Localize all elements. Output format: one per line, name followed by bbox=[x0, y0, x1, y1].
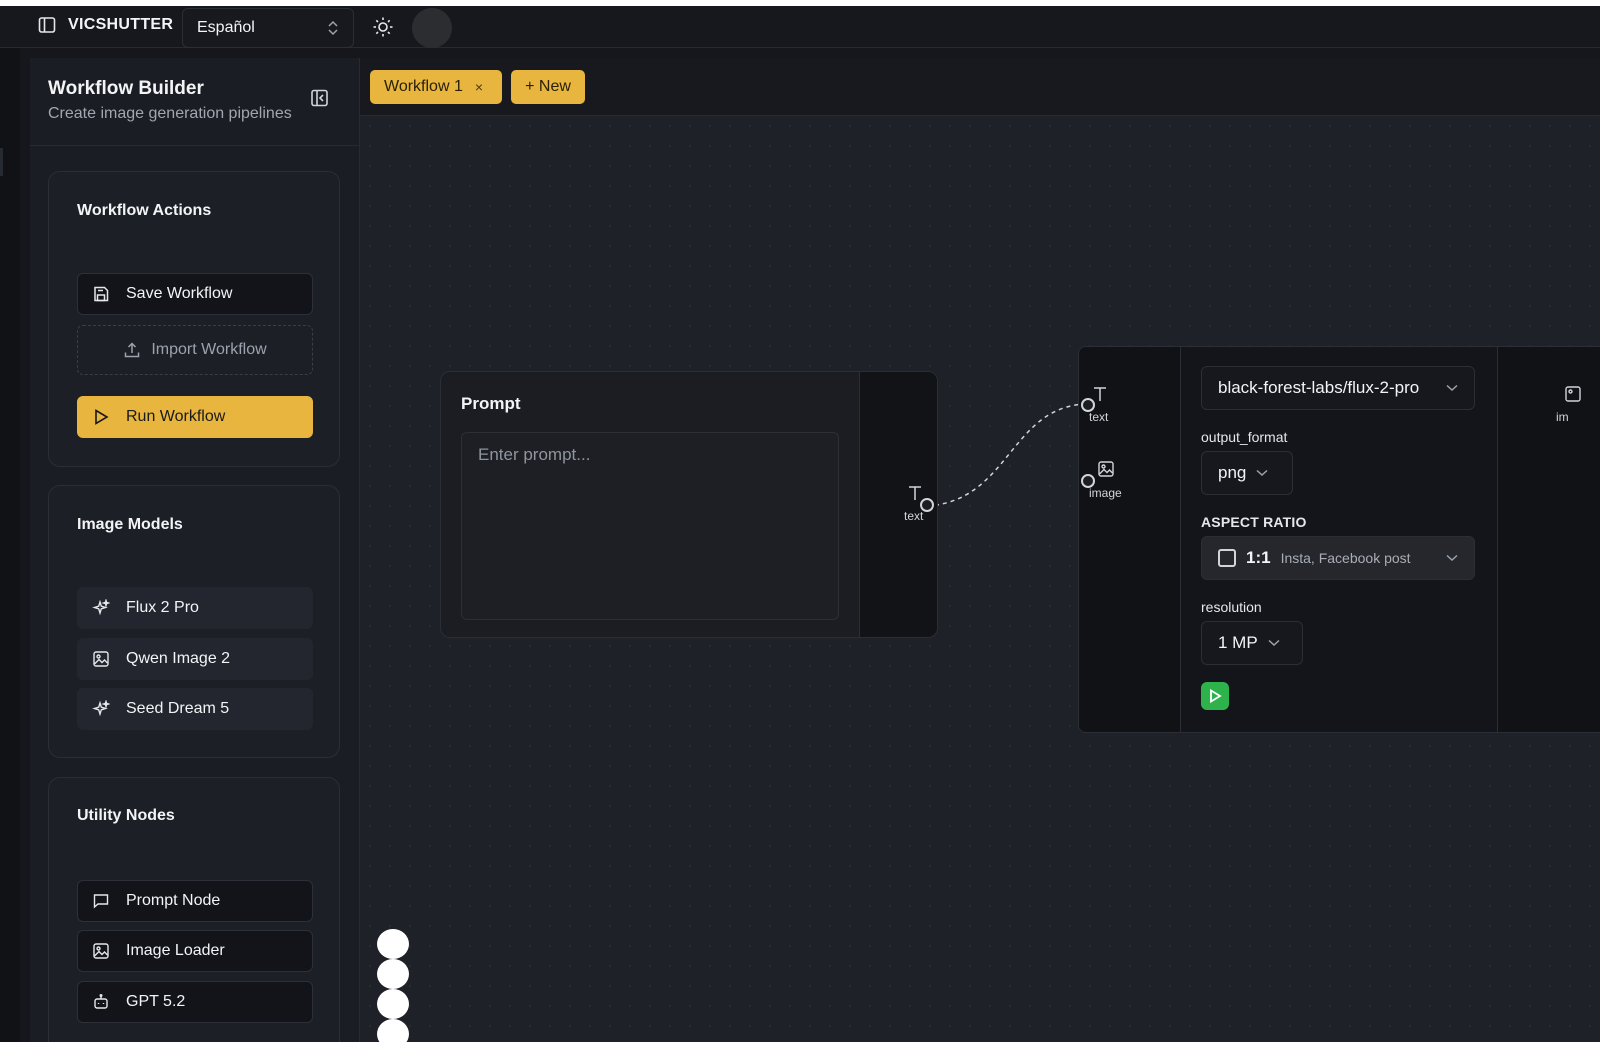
utility-nodes-panel: Utility Nodes Prompt Node Image Loader G… bbox=[48, 777, 340, 1042]
chevron-down-icon bbox=[1446, 554, 1458, 562]
workflow-tab-bar: Workflow 1 × + New bbox=[360, 58, 1600, 116]
utility-label: Prompt Node bbox=[126, 892, 221, 909]
edge-notch bbox=[0, 148, 3, 176]
image-icon bbox=[1098, 461, 1114, 477]
model-item-flux-2-pro[interactable]: Flux 2 Pro bbox=[77, 587, 313, 629]
left-edge-strip bbox=[0, 48, 20, 1042]
zoom-out-button[interactable] bbox=[377, 959, 409, 989]
model-label: Seed Dream 5 bbox=[126, 700, 230, 717]
model-item-qwen-image-2[interactable]: Qwen Image 2 bbox=[77, 638, 313, 680]
utility-label: Image Loader bbox=[126, 942, 225, 959]
resolution-value: 1 MP bbox=[1218, 633, 1258, 652]
run-workflow-label: Run Workflow bbox=[126, 408, 226, 425]
fit-view-button[interactable] bbox=[377, 989, 409, 1019]
model-label: Flux 2 Pro bbox=[126, 599, 199, 616]
zoom-in-button[interactable] bbox=[377, 929, 409, 959]
chevron-up-down-icon bbox=[328, 20, 338, 36]
aspect-ratio-description: Insta, Facebook post bbox=[1280, 550, 1411, 566]
chevron-down-icon bbox=[1446, 384, 1458, 392]
utility-item-prompt-node[interactable]: Prompt Node bbox=[77, 880, 313, 922]
brand: VICSHUTTER bbox=[38, 16, 173, 34]
output-port-label: text bbox=[904, 509, 924, 523]
workflow-actions-title: Workflow Actions bbox=[77, 202, 212, 219]
utility-item-gpt-5-2[interactable]: GPT 5.2 bbox=[77, 981, 313, 1023]
output-port-text[interactable] bbox=[920, 498, 934, 512]
output-format-label: output_format bbox=[1201, 429, 1288, 445]
sparkles-icon bbox=[92, 700, 110, 717]
model-select[interactable]: black-forest-labs/flux-2-pro bbox=[1201, 366, 1475, 410]
close-icon[interactable]: × bbox=[475, 79, 483, 95]
model-node-body: black-forest-labs/flux-2-pro output_form… bbox=[1181, 347, 1497, 732]
sidebar-subtitle: Create image generation pipelines bbox=[48, 105, 292, 122]
sidebar-header: Workflow Builder Create image generation… bbox=[30, 58, 360, 146]
workflow-actions-panel: Workflow Actions Save Workflow Import Wo… bbox=[48, 171, 340, 467]
model-node-inputs: text image bbox=[1079, 347, 1181, 732]
aspect-ratio-value: 1:1 bbox=[1246, 548, 1271, 567]
import-workflow-label: Import Workflow bbox=[151, 341, 267, 358]
tab-workflow-1[interactable]: Workflow 1 × bbox=[370, 70, 502, 104]
image-icon bbox=[1565, 386, 1581, 402]
input-port-label: image bbox=[1089, 486, 1122, 500]
upload-icon bbox=[125, 342, 140, 358]
import-workflow-button[interactable]: Import Workflow bbox=[77, 325, 313, 375]
canvas-controls bbox=[377, 929, 409, 1042]
output-format-select[interactable]: png bbox=[1201, 451, 1293, 495]
image-icon bbox=[93, 943, 109, 959]
utility-label: GPT 5.2 bbox=[126, 993, 186, 1010]
prompt-node-title: Prompt bbox=[461, 394, 521, 413]
aspect-ratio-select[interactable]: 1:1 Insta, Facebook post bbox=[1201, 536, 1475, 580]
save-workflow-label: Save Workflow bbox=[126, 285, 233, 302]
language-value: Español bbox=[197, 19, 255, 36]
sun-icon bbox=[373, 17, 393, 37]
play-icon bbox=[95, 409, 109, 425]
app-window: VICSHUTTER Español Workflow Builder Crea… bbox=[0, 6, 1600, 1042]
sidebar: Workflow Builder Create image generation… bbox=[30, 58, 360, 1042]
sidebar-title: Workflow Builder bbox=[48, 78, 204, 99]
save-workflow-button[interactable]: Save Workflow bbox=[77, 273, 313, 315]
image-icon bbox=[93, 651, 109, 667]
model-node-outputs: im bbox=[1497, 347, 1600, 732]
aspect-ratio-label: ASPECT RATIO bbox=[1201, 514, 1307, 530]
resolution-select[interactable]: 1 MP bbox=[1201, 621, 1303, 665]
input-port-label: text bbox=[1089, 410, 1109, 424]
app-name: VICSHUTTER bbox=[68, 16, 174, 33]
prompt-input[interactable] bbox=[461, 432, 839, 620]
model-select-value: black-forest-labs/flux-2-pro bbox=[1218, 378, 1420, 397]
top-bar: VICSHUTTER Español bbox=[0, 6, 1600, 48]
bot-icon bbox=[94, 994, 108, 1009]
workflow-canvas[interactable]: Prompt text text bbox=[360, 116, 1600, 1042]
language-select[interactable]: Español bbox=[182, 8, 354, 48]
play-icon bbox=[1210, 688, 1222, 704]
output-format-value: png bbox=[1218, 463, 1247, 482]
new-workflow-button[interactable]: + New bbox=[511, 70, 585, 104]
save-icon bbox=[94, 286, 109, 302]
sidebar-toggle-icon[interactable] bbox=[38, 16, 56, 34]
chevron-down-icon bbox=[1256, 469, 1268, 477]
tab-label: Workflow 1 bbox=[384, 78, 463, 95]
run-node-button[interactable] bbox=[1201, 682, 1229, 710]
prompt-node-body: Prompt bbox=[441, 372, 859, 637]
utility-nodes-title: Utility Nodes bbox=[77, 807, 175, 824]
chevron-down-icon bbox=[1268, 639, 1280, 647]
aspect-ratio-square-icon bbox=[1218, 549, 1236, 567]
resolution-label: resolution bbox=[1201, 599, 1262, 615]
prompt-node-outputs: text bbox=[859, 372, 937, 637]
theme-toggle-button[interactable] bbox=[370, 14, 396, 40]
image-models-title: Image Models bbox=[77, 516, 183, 533]
image-models-panel: Image Models Flux 2 Pro Qwen Image 2 See… bbox=[48, 485, 340, 758]
collapse-sidebar-icon[interactable] bbox=[310, 88, 330, 108]
output-port-label: im bbox=[1556, 410, 1569, 424]
sparkles-icon bbox=[92, 599, 110, 616]
model-label: Qwen Image 2 bbox=[126, 650, 231, 667]
model-node-flux-2-pro[interactable]: text image black-forest-labs/flux-2-pro … bbox=[1078, 346, 1600, 733]
run-workflow-button[interactable]: Run Workflow bbox=[77, 396, 313, 438]
prompt-node[interactable]: Prompt text bbox=[440, 371, 938, 638]
message-square-icon bbox=[93, 894, 109, 909]
avatar[interactable] bbox=[412, 8, 452, 48]
utility-item-image-loader[interactable]: Image Loader bbox=[77, 930, 313, 972]
model-item-seed-dream-5[interactable]: Seed Dream 5 bbox=[77, 688, 313, 730]
lock-button[interactable] bbox=[377, 1019, 409, 1042]
